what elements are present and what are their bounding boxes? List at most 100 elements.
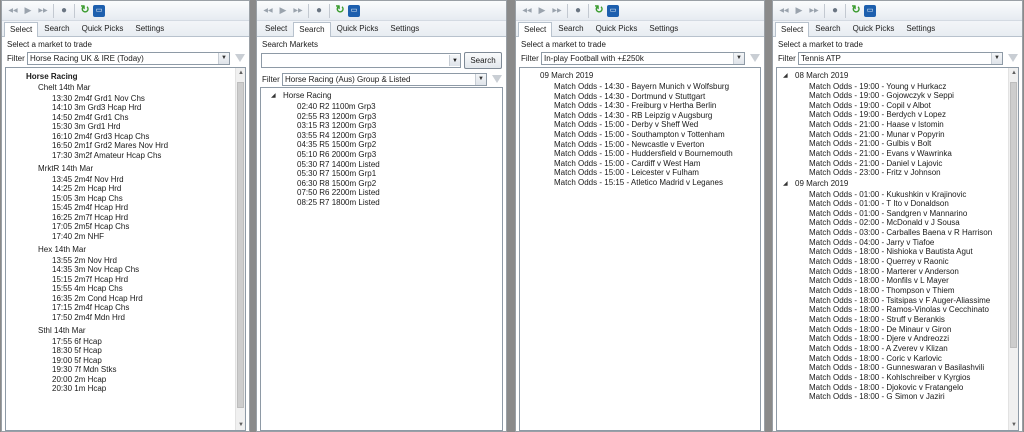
match-item[interactable]: Match Odds - 21:00 - Munar v Popyrin — [809, 130, 945, 140]
fast-forward-icon[interactable]: ▶▶ — [550, 4, 564, 18]
search-input[interactable]: ▼ — [261, 53, 461, 68]
race-item[interactable]: 17:55 6f Hcap — [52, 337, 102, 347]
refresh-icon[interactable]: ↻ — [333, 4, 347, 18]
tree-date-node[interactable]: 09 March 2019 — [540, 71, 593, 81]
match-item[interactable]: Match Odds - 18:00 - Nishioka v Bautista… — [809, 247, 973, 257]
fast-forward-icon[interactable]: ▶▶ — [807, 4, 821, 18]
terminal-icon[interactable]: ▭ — [348, 4, 360, 17]
race-item[interactable]: 05:10 R6 2000m Grp3 — [297, 150, 376, 160]
match-item[interactable]: Match Odds - 18:00 - Struff v Berankis — [809, 315, 945, 325]
race-item[interactable]: 14:10 3m Grd3 Hcap Hrd — [52, 103, 141, 113]
match-item[interactable]: Match Odds - 18:00 - Thompson v Thiem — [809, 286, 955, 296]
match-item[interactable]: Match Odds - 21:00 - Evans v Wawrinka — [809, 149, 952, 159]
race-item[interactable]: 19:00 5f Hcap — [52, 356, 102, 366]
match-item[interactable]: Match Odds - 19:00 - Young v Hurkacz — [809, 82, 946, 92]
race-item[interactable]: 02:55 R3 1200m Grp3 — [297, 112, 376, 122]
funnel-icon[interactable] — [748, 52, 761, 65]
race-item[interactable]: 14:25 2m Hcap Hrd — [52, 184, 121, 194]
race-item[interactable]: 16:10 2m4f Grd3 Hcap Chs — [52, 132, 149, 142]
race-item[interactable]: 03:15 R3 1200m Grp3 — [297, 121, 376, 131]
race-item[interactable]: 20:00 2m Hcap — [52, 375, 106, 385]
tab-quick-picks[interactable]: Quick Picks — [76, 21, 130, 36]
match-item[interactable]: Match Odds - 21:00 - Haase v Istomin — [809, 120, 944, 130]
race-item[interactable]: 15:05 3m Hcap Chs — [52, 194, 123, 204]
match-item[interactable]: Match Odds - 18:00 - Djere v Andreozzi — [809, 334, 949, 344]
filter-dropdown[interactable]: Tennis ATP ▼ — [798, 51, 1003, 65]
tree-date-node[interactable]: 08 March 2019 — [795, 71, 848, 81]
tab-settings[interactable]: Settings — [129, 21, 170, 36]
match-item[interactable]: Match Odds - 18:00 - Gunneswaran v Basil… — [809, 363, 984, 373]
tree-group[interactable]: Chelt 14th Mar — [38, 83, 90, 93]
match-item[interactable]: Match Odds - 14:30 - Dortmund v Stuttgar… — [554, 92, 705, 102]
race-item[interactable]: 19:30 7f Mdn Stks — [52, 365, 116, 375]
race-item[interactable]: 15:30 3m Grd1 Hrd — [52, 122, 120, 132]
tab-settings[interactable]: Settings — [900, 21, 941, 36]
tree-group[interactable]: Sthl 14th Mar — [38, 326, 86, 336]
race-item[interactable]: 05:30 R7 1500m Grp1 — [297, 169, 376, 179]
race-item[interactable]: 18:30 5f Hcap — [52, 346, 102, 356]
race-item[interactable]: 13:55 2m Nov Hrd — [52, 256, 117, 266]
tab-quick-picks[interactable]: Quick Picks — [847, 21, 901, 36]
match-item[interactable]: Match Odds - 18:00 - Tsitsipas v F Auger… — [809, 296, 990, 306]
play-icon[interactable]: ▶ — [792, 4, 806, 18]
tab-select[interactable]: Select — [259, 21, 293, 36]
refresh-icon[interactable]: ↻ — [592, 4, 606, 18]
globe-icon[interactable]: ● — [312, 4, 326, 18]
match-item[interactable]: Match Odds - 04:00 - Jarry v Tiafoe — [809, 238, 934, 248]
match-item[interactable]: Match Odds - 15:00 - Southampton v Totte… — [554, 130, 725, 140]
terminal-icon[interactable]: ▭ — [93, 4, 105, 17]
collapse-arrow-icon[interactable]: ◢ — [783, 71, 788, 81]
match-item[interactable]: Match Odds - 14:30 - Bayern Munich v Wol… — [554, 82, 729, 92]
filter-dropdown[interactable]: Horse Racing (Aus) Group & Listed ▼ — [282, 72, 487, 86]
race-item[interactable]: 02:40 R2 1100m Grp3 — [297, 102, 376, 112]
race-item[interactable]: 03:55 R4 1200m Grp3 — [297, 131, 376, 141]
match-item[interactable]: Match Odds - 23:00 - Fritz v Johnson — [809, 168, 941, 178]
terminal-icon[interactable]: ▭ — [607, 4, 619, 17]
refresh-icon[interactable]: ↻ — [78, 4, 92, 18]
tree-root-horse-racing[interactable]: Horse Racing — [283, 91, 331, 101]
match-item[interactable]: Match Odds - 18:00 - Querrey v Raonic — [809, 257, 949, 267]
match-item[interactable]: Match Odds - 15:00 - Leicester v Fulham — [554, 168, 699, 178]
tree-group[interactable]: MrktR 14th Mar — [38, 164, 93, 174]
filter-dropdown[interactable]: Horse Racing UK & IRE (Today) ▼ — [27, 51, 230, 65]
globe-icon[interactable]: ● — [571, 4, 585, 18]
filter-dropdown[interactable]: In-play Football with +£250k ▼ — [541, 51, 745, 65]
race-item[interactable]: 17:15 2m4f Hcap Chs — [52, 303, 129, 313]
chevron-down-icon[interactable]: ▼ — [991, 52, 1002, 64]
globe-icon[interactable]: ● — [828, 4, 842, 18]
match-item[interactable]: Match Odds - 18:00 - A Zverev v Klizan — [809, 344, 948, 354]
tab-search[interactable]: Search — [38, 21, 75, 36]
play-icon[interactable]: ▶ — [535, 4, 549, 18]
vertical-scrollbar[interactable]: ▲ ▼ — [235, 68, 245, 430]
terminal-icon[interactable]: ▭ — [864, 4, 876, 17]
match-item[interactable]: Match Odds - 19:00 - Copil v Albot — [809, 101, 931, 111]
race-item[interactable]: 14:50 2m4f Grd1 Chs — [52, 113, 128, 123]
match-item[interactable]: Match Odds - 19:00 - Berdych v Lopez — [809, 110, 946, 120]
match-item[interactable]: Match Odds - 14:30 - Freiburg v Hertha B… — [554, 101, 716, 111]
play-icon[interactable]: ▶ — [21, 4, 35, 18]
rewind-icon[interactable]: ◀◀ — [777, 4, 791, 18]
match-item[interactable]: Match Odds - 01:00 - Sandgren v Mannarin… — [809, 209, 967, 219]
match-item[interactable]: Match Odds - 18:00 - Kohlschreiber v Kyr… — [809, 373, 970, 383]
chevron-down-icon[interactable]: ▼ — [475, 73, 486, 85]
match-item[interactable]: Match Odds - 18:00 - Marterer v Anderson — [809, 267, 959, 277]
scroll-down-icon[interactable]: ▼ — [1009, 420, 1018, 430]
tree-root-horse-racing[interactable]: Horse Racing — [26, 72, 78, 82]
tab-quick-picks[interactable]: Quick Picks — [590, 21, 644, 36]
play-icon[interactable]: ▶ — [276, 4, 290, 18]
rewind-icon[interactable]: ◀◀ — [6, 4, 20, 18]
race-item[interactable]: 06:30 R8 1500m Grp2 — [297, 179, 376, 189]
race-item[interactable]: 17:50 2m4f Mdn Hrd — [52, 313, 125, 323]
race-item[interactable]: 05:30 R7 1400m Listed — [297, 160, 380, 170]
match-item[interactable]: Match Odds - 18:00 - De Minaur v Giron — [809, 325, 951, 335]
match-item[interactable]: Match Odds - 14:30 - RB Leipzig v Augsbu… — [554, 111, 712, 121]
race-item[interactable]: 04:35 R5 1500m Grp2 — [297, 140, 376, 150]
race-item[interactable]: 15:45 2m4f Hcap Hrd — [52, 203, 128, 213]
scroll-up-icon[interactable]: ▲ — [236, 68, 245, 78]
rewind-icon[interactable]: ◀◀ — [261, 4, 275, 18]
tree-group[interactable]: Hex 14th Mar — [38, 245, 86, 255]
match-item[interactable]: Match Odds - 01:00 - T Ito v Donaldson — [809, 199, 949, 209]
race-item[interactable]: 13:45 2m4f Nov Hrd — [52, 175, 124, 185]
race-item[interactable]: 07:50 R6 2200m Listed — [297, 188, 380, 198]
chevron-down-icon[interactable]: ▼ — [733, 52, 744, 64]
